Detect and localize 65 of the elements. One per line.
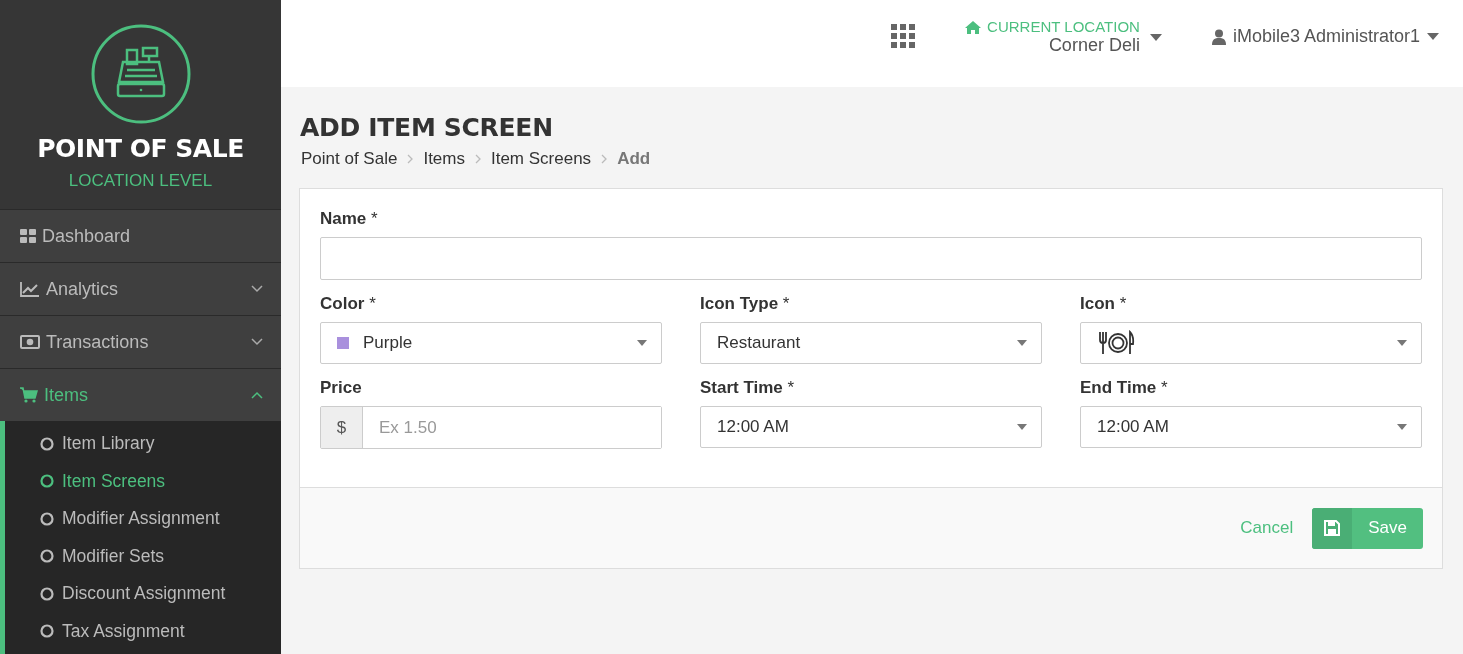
chevron-down-icon [251, 338, 263, 346]
caret-down-icon [1427, 33, 1439, 40]
breadcrumb-link[interactable]: Item Screens [490, 149, 592, 169]
name-input[interactable] [320, 237, 1422, 280]
circle-icon [40, 511, 54, 526]
circle-icon [40, 624, 54, 639]
submenu-item[interactable]: Discount Assignment [5, 575, 281, 613]
dropdown[interactable]: Purple [320, 322, 662, 364]
fork-and-plate-icon [1097, 330, 1135, 356]
home-icon [965, 19, 982, 34]
caret-down-icon [637, 340, 647, 346]
chevron-right-icon [601, 154, 608, 164]
app-title: POINT OF SALE [37, 134, 244, 163]
nav-item[interactable]: Dashboard [0, 209, 281, 262]
field-label: End Time * [1080, 378, 1169, 398]
breadcrumb-current: Add [617, 149, 651, 169]
field-label: Icon Type * [700, 294, 791, 314]
dropdown[interactable]: 12:00 AM [1080, 406, 1422, 448]
breadcrumb-link[interactable]: Point of Sale [301, 149, 398, 169]
caret-down-icon [1017, 424, 1027, 430]
cash-register-icon [90, 24, 191, 124]
caret-down-icon [1397, 340, 1407, 346]
submenu-item[interactable]: Item Library [5, 425, 281, 463]
dropdown[interactable]: Restaurant [700, 322, 1042, 364]
line-chart-icon [20, 281, 40, 297]
circle-icon [40, 549, 54, 564]
dropdown[interactable]: 12:00 AM [700, 406, 1042, 448]
dropdown[interactable] [1080, 322, 1422, 364]
circle-icon [40, 586, 54, 601]
field-label: Name * [320, 209, 379, 229]
apps-grid-icon [891, 24, 916, 48]
circle-icon [40, 474, 54, 489]
field-label: Color * [320, 294, 377, 314]
caret-down-icon [1017, 340, 1027, 346]
field-label: Icon * [1080, 294, 1128, 314]
grid-icon [20, 228, 36, 244]
nav-item[interactable]: Analytics [0, 262, 281, 315]
apps-button[interactable] [891, 24, 916, 51]
location-selector[interactable]: CURRENT LOCATION Corner Deli [965, 18, 1162, 56]
circle-icon [40, 436, 54, 451]
chevron-right-icon [407, 154, 414, 164]
currency-addon: $ [321, 407, 363, 448]
cart-icon [20, 387, 38, 403]
location-label: CURRENT LOCATION [987, 18, 1140, 35]
chevron-right-icon [474, 154, 481, 164]
nav-item[interactable]: Items [0, 368, 281, 421]
caret-down-icon [1149, 33, 1162, 41]
nav-item[interactable]: Transactions [0, 315, 281, 368]
location-name: Corner Deli [1048, 35, 1140, 56]
submenu-item[interactable]: Tax Assignment [5, 612, 281, 650]
chevron-up-icon [251, 391, 263, 399]
page-title: ADD ITEM SCREEN [300, 113, 554, 142]
field-label: Start Time * [700, 378, 796, 398]
user-menu[interactable]: iMobile3 Administrator1 [1211, 26, 1439, 47]
field-label: Price [320, 378, 363, 398]
submenu-item[interactable]: Item Screens [5, 462, 281, 500]
submenu-item[interactable]: Modifier Assignment [5, 500, 281, 538]
chevron-down-icon [251, 285, 263, 293]
banknote-icon [20, 335, 40, 349]
price-field[interactable]: $ Ex 1.50 [320, 406, 662, 449]
user-icon [1211, 28, 1226, 45]
breadcrumb-link[interactable]: Items [423, 149, 465, 169]
caret-down-icon [1397, 424, 1407, 430]
app-subtitle: LOCATION LEVEL [68, 171, 213, 191]
submenu-item[interactable]: Modifier Sets [5, 537, 281, 575]
